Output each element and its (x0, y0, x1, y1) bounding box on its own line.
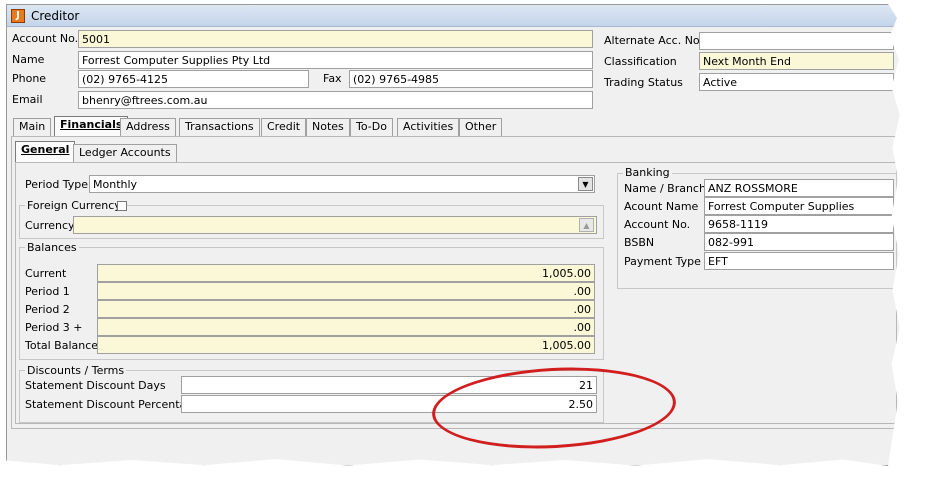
tab-activities[interactable]: Activities (397, 118, 460, 136)
tab-main[interactable]: Main (13, 118, 52, 136)
tab-main-label: Main (19, 120, 46, 133)
balance-current-field[interactable]: 1,005.00 (97, 264, 595, 282)
payment-type-field[interactable]: EFT (704, 252, 894, 270)
balance-current-label: Current (25, 267, 67, 280)
balances-caption: Balances (25, 241, 79, 254)
period-type-label: Period Type (25, 178, 89, 191)
alternate-acc-no-field[interactable] (699, 32, 894, 50)
window-title: Creditor (31, 9, 80, 23)
foreign-currency-label: Foreign Currency (25, 199, 123, 212)
balance-period-3-label: Period 3 + (25, 321, 83, 334)
balance-period-2-field[interactable]: .00 (97, 300, 595, 318)
payment-type-label: Payment Type (624, 255, 701, 268)
name-branch-label: Name / Branch (624, 182, 706, 195)
screen: { "window": { "title": "Creditor", "icon… (0, 0, 926, 492)
bank-account-no-label: Account No. (624, 218, 691, 231)
currency-label: Currency (25, 219, 75, 232)
trading-status-label: Trading Status (604, 76, 683, 89)
tab-notes[interactable]: Notes (306, 118, 350, 136)
statement-discount-days-label: Statement Discount Days (25, 379, 166, 392)
bsbn-label: BSBN (624, 236, 655, 249)
name-branch-field[interactable]: ANZ ROSSMORE (704, 179, 894, 197)
tab-financials-label: Financials (60, 118, 123, 131)
alternate-acc-no-label: Alternate Acc. No. (604, 34, 703, 47)
subtab-general[interactable]: General (15, 141, 76, 163)
balance-period-1-field[interactable]: .00 (97, 282, 595, 300)
name-field[interactable]: Forrest Computer Supplies Pty Ltd (78, 51, 593, 69)
tab-activities-label: Activities (403, 120, 454, 133)
tab-to-do-label: To-Do (356, 120, 387, 133)
tab-other[interactable]: Other (459, 118, 503, 136)
account-name-label: Acount Name (624, 200, 699, 213)
app-logo-icon: J (11, 9, 25, 23)
tab-credit-label: Credit (267, 120, 301, 133)
period-type-value: Monthly (93, 178, 138, 191)
balance-period-1-label: Period 1 (25, 285, 70, 298)
tab-other-label: Other (465, 120, 497, 133)
banking-caption: Banking (623, 166, 672, 179)
tab-address[interactable]: Address (120, 118, 176, 136)
total-balance-label: Total Balance (25, 339, 99, 352)
account-name-field[interactable]: Forrest Computer Supplies (704, 197, 894, 215)
phone-field[interactable]: (02) 9765-4125 (78, 70, 309, 88)
account-no-label: Account No. (12, 32, 79, 45)
tab-credit[interactable]: Credit (261, 118, 307, 136)
creditor-window: J Creditor Account No. 5001 Name Forrest… (6, 4, 900, 466)
balance-period-2-label: Period 2 (25, 303, 70, 316)
email-field[interactable]: bhenry@ftrees.com.au (78, 91, 593, 109)
tab-to-do[interactable]: To-Do (350, 118, 393, 136)
classification-label: Classification (604, 55, 677, 68)
foreign-currency-checkbox[interactable] (117, 201, 127, 211)
subtab-general-label: General (21, 143, 70, 156)
tab-notes-label: Notes (312, 120, 344, 133)
bank-account-no-field[interactable]: 9658-1119 (704, 215, 894, 233)
name-label: Name (12, 53, 45, 66)
title-bar[interactable]: J Creditor (7, 5, 900, 27)
account-no-field[interactable]: 5001 (78, 30, 593, 48)
statement-discount-percentage-label: Statement Discount Percentage (25, 398, 201, 411)
tab-financials[interactable]: Financials (54, 116, 129, 137)
subtab-ledger-accounts-label: Ledger Accounts (79, 146, 171, 159)
balance-period-3-field[interactable]: .00 (97, 318, 595, 336)
currency-field[interactable] (73, 216, 597, 234)
period-type-select[interactable]: Monthly (89, 175, 595, 193)
total-balance-field[interactable]: 1,005.00 (97, 336, 595, 354)
fax-field[interactable]: (02) 9765-4985 (349, 70, 593, 88)
bsbn-field[interactable]: 082-991 (704, 233, 894, 251)
chevron-down-icon[interactable]: ▼ (578, 177, 593, 191)
tab-address-label: Address (126, 120, 170, 133)
tab-transactions[interactable]: Transactions (179, 118, 260, 136)
phone-label: Phone (12, 72, 47, 85)
classification-field[interactable]: Next Month End (699, 52, 894, 70)
trading-status-field[interactable]: Active (699, 73, 894, 91)
email-label: Email (12, 93, 43, 106)
fax-label: Fax (323, 72, 342, 85)
currency-picker-icon[interactable]: ▲ (579, 218, 594, 232)
discounts-terms-caption: Discounts / Terms (25, 364, 127, 377)
subtab-ledger-accounts[interactable]: Ledger Accounts (73, 144, 177, 162)
tab-transactions-label: Transactions (185, 120, 254, 133)
